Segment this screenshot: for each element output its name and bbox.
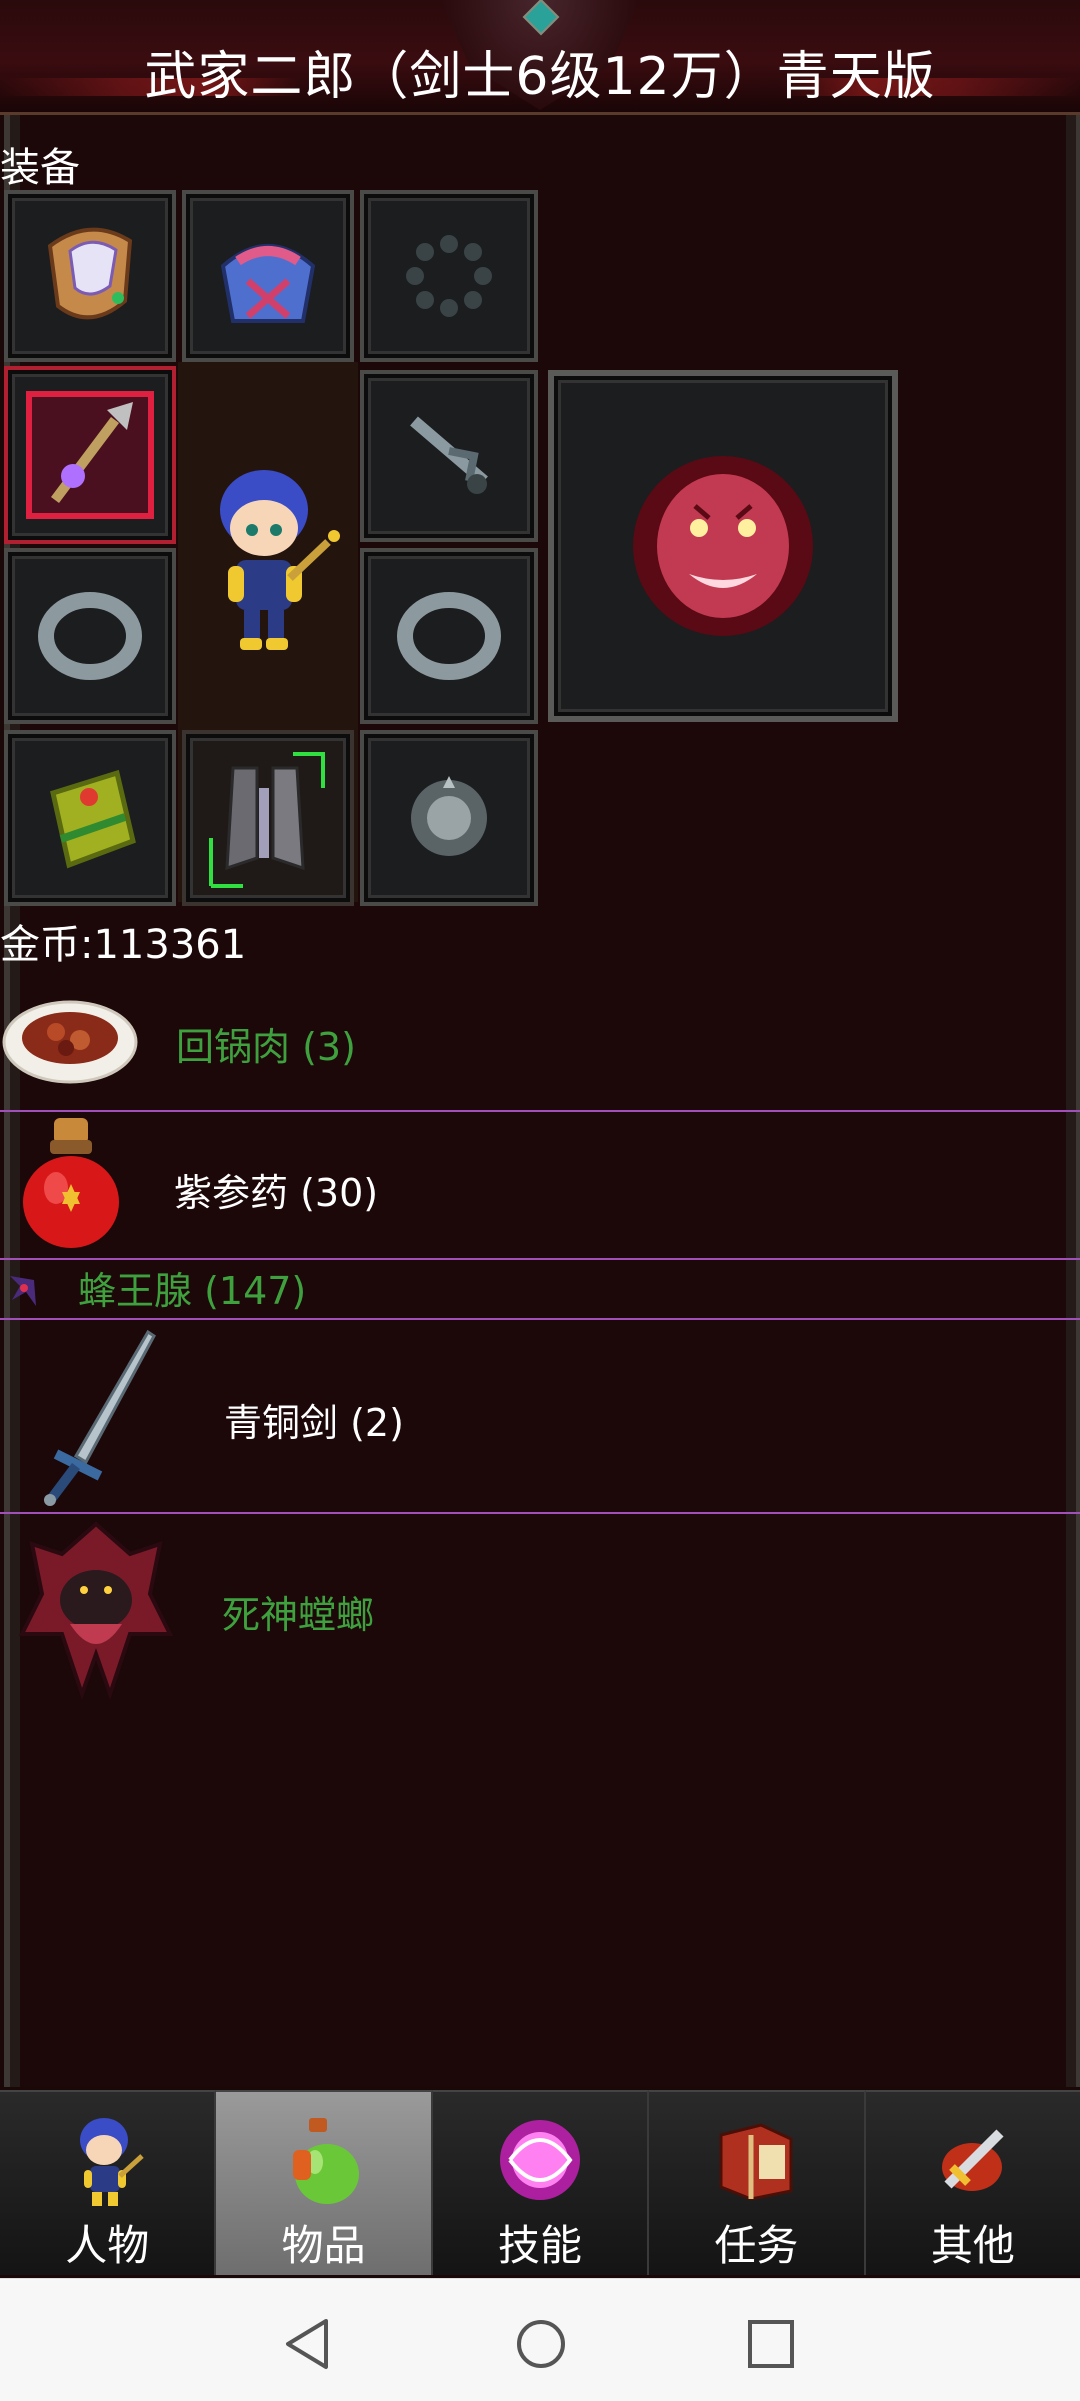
dagger-amulet-icon — [364, 374, 534, 538]
character-icon — [57, 2110, 157, 2210]
tab-label: 任务 — [714, 2221, 799, 2270]
equipment-section-label: 装备 — [0, 145, 80, 191]
inventory-item-1[interactable]: 回锅肉 (3) — [0, 980, 1080, 1110]
skill-orb-icon — [490, 2110, 590, 2210]
home-icon[interactable] — [514, 2317, 568, 2371]
boots-icon — [186, 734, 350, 902]
boots-slot[interactable] — [182, 730, 354, 906]
recents-icon[interactable] — [746, 2317, 796, 2371]
red-potion-icon — [23, 1118, 119, 1248]
gold-amount: 金币:113361 — [0, 922, 247, 968]
tab-quests[interactable]: 任务 — [649, 2090, 866, 2275]
tab-character[interactable]: 人物 — [0, 2090, 217, 2275]
tab-skills[interactable]: 技能 — [432, 2090, 650, 2275]
quest-book-icon — [706, 2110, 806, 2210]
other-sword-icon — [923, 2110, 1023, 2210]
tab-label: 人物 — [65, 2221, 150, 2270]
ring-icon — [364, 552, 534, 720]
inventory-item-label: 蜂王腺 (147) — [78, 1269, 307, 1313]
tab-label: 物品 — [281, 2221, 366, 2270]
necklace-slot[interactable] — [360, 190, 538, 362]
armor-slot[interactable] — [182, 190, 354, 362]
braised-pork-icon — [2, 1000, 138, 1084]
death-mantis-icon — [18, 1521, 174, 1701]
bee-gland-icon — [10, 1276, 36, 1306]
bracer-icon — [8, 734, 172, 902]
inventory-item-label: 死神螳螂 — [222, 1593, 375, 1637]
weapon-slot[interactable] — [4, 366, 176, 544]
silver-bracelet-icon — [364, 734, 534, 902]
helmet-slot[interactable] — [4, 190, 176, 362]
bead-necklace-icon — [364, 194, 534, 358]
title-bar: 武家二郎（剑士6级12万）青天版 — [0, 0, 1080, 115]
robe-icon — [186, 194, 350, 358]
tab-label: 其他 — [930, 2221, 1015, 2270]
tab-label: 技能 — [498, 2221, 583, 2270]
inventory-item-4[interactable]: 青铜剑 (2) — [0, 1320, 1080, 1512]
inventory-item-label: 紫参药 (30) — [174, 1171, 379, 1215]
back-icon[interactable] — [282, 2317, 332, 2371]
mount-slot[interactable] — [548, 370, 898, 722]
helmet-icon — [8, 194, 172, 358]
page-title: 武家二郎（剑士6级12万）青天版 — [144, 47, 936, 107]
left-ring-slot[interactable] — [4, 548, 176, 724]
inventory-item-3[interactable]: 蜂王腺 (147) — [0, 1260, 1080, 1318]
tab-items[interactable]: 物品 — [216, 2090, 433, 2275]
bracelet-slot[interactable] — [360, 730, 538, 906]
system-nav-bar — [0, 2278, 1080, 2401]
bronze-sword-icon — [44, 1329, 156, 1506]
staff-weapon-icon — [8, 370, 172, 540]
right-ring-slot[interactable] — [360, 548, 538, 724]
tab-other[interactable]: 其他 — [865, 2090, 1080, 2275]
inventory-item-2[interactable]: 紫参药 (30) — [0, 1112, 1080, 1258]
potion-bag-icon — [274, 2110, 374, 2210]
inventory-item-5[interactable]: 死神螳螂 — [0, 1514, 1080, 1704]
ring-icon — [8, 552, 172, 720]
amulet-slot[interactable] — [360, 370, 538, 542]
bottom-nav: 人物 物品 技能 任务 其他 — [0, 2090, 1080, 2275]
inventory-item-label: 回锅肉 (3) — [176, 1025, 356, 1069]
inventory-item-label: 青铜剑 (2) — [224, 1401, 404, 1445]
bracer-slot[interactable] — [4, 730, 176, 906]
chibi-swordsman-icon — [220, 470, 340, 650]
tiger-head-icon — [554, 376, 892, 716]
